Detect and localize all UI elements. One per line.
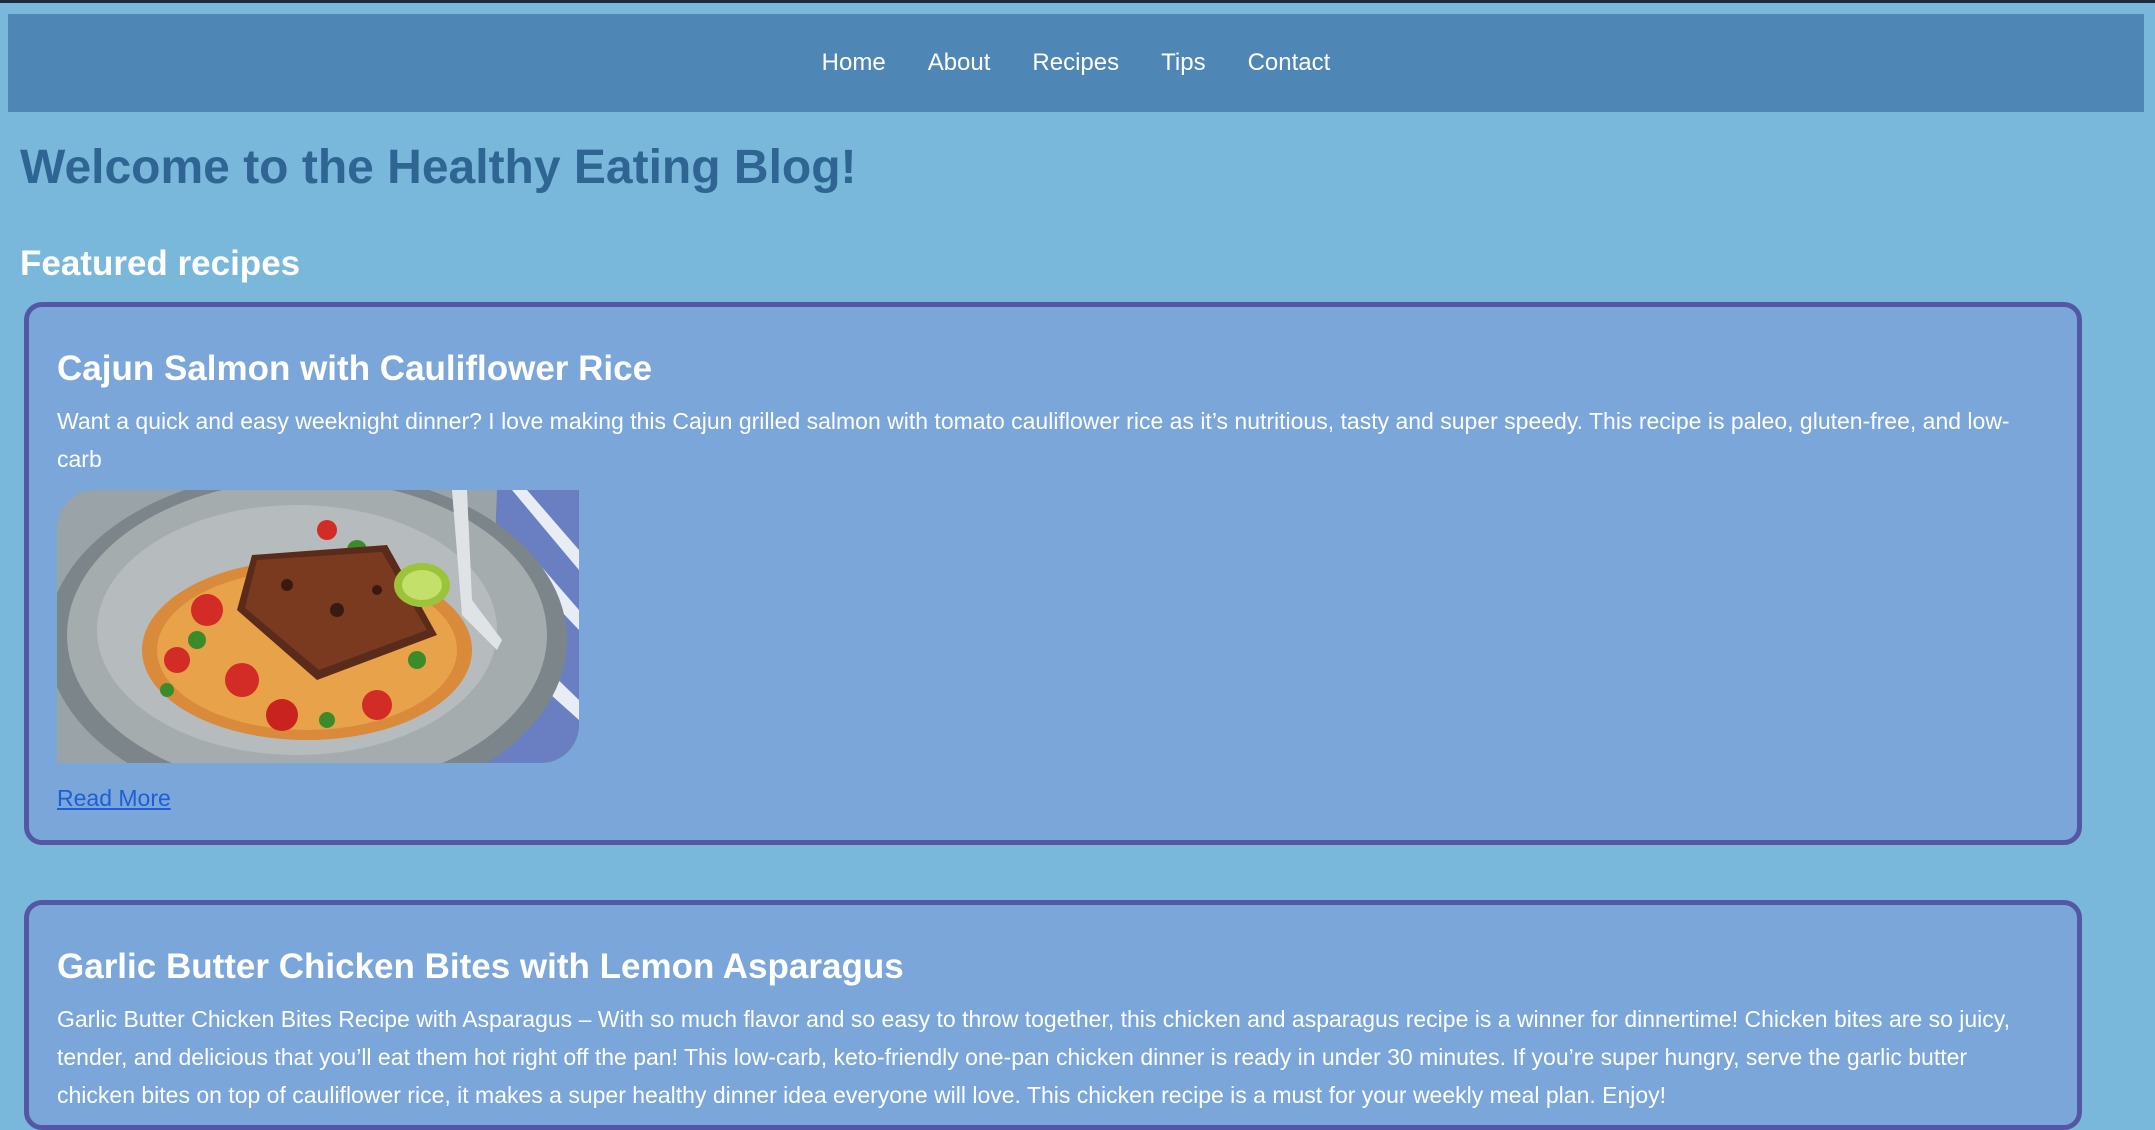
read-more-link[interactable]: Read More [57,785,171,812]
recipe-title: Cajun Salmon with Cauliflower Rice [57,349,653,388]
recipe-card: Garlic Butter Chicken Bites with Lemon A… [24,900,2082,1130]
nav-about[interactable]: About [928,49,991,77]
nav-tips[interactable]: Tips [1161,49,1205,77]
top-border [0,0,2155,3]
main-nav: Home About Recipes Tips Contact [8,14,2144,112]
recipe-description: Garlic Butter Chicken Bites Recipe with … [57,1006,2010,1108]
nav-recipes[interactable]: Recipes [1032,49,1119,77]
recipe-image [57,490,579,763]
recipe-title: Garlic Butter Chicken Bites with Lemon A… [57,947,904,986]
nav-contact[interactable]: Contact [1248,49,1331,77]
nav-home[interactable]: Home [822,49,886,77]
recipe-card: Cajun Salmon with Cauliflower Rice Want … [24,302,2082,845]
page-title: Welcome to the Healthy Eating Blog! [20,141,857,194]
section-title: Featured recipes [20,244,301,283]
recipe-description: Want a quick and easy weeknight dinner? … [57,408,2010,472]
